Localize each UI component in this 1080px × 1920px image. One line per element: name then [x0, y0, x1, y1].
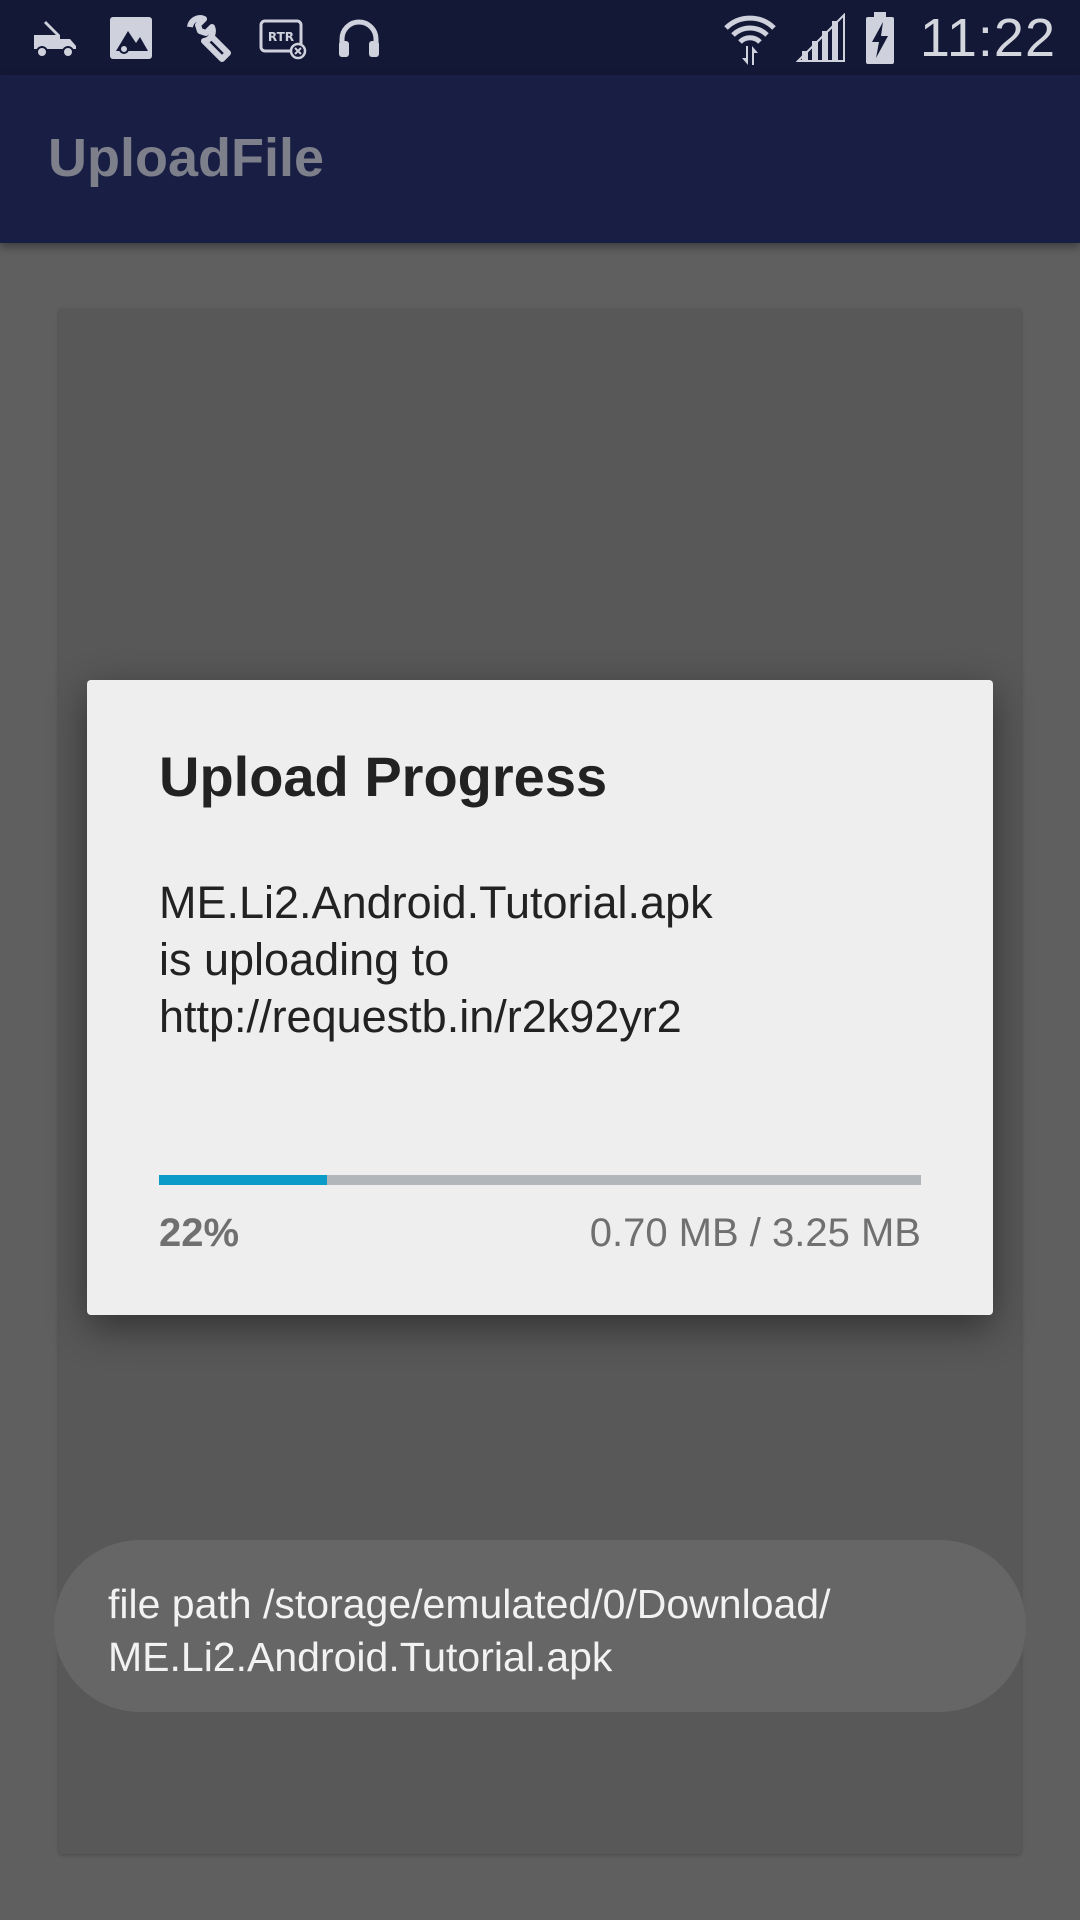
system-indicators: 11:22 [722, 0, 1056, 75]
message-line-url: http://requestb.in/r2k92yr2 [159, 991, 682, 1042]
wrench-icon [187, 15, 231, 62]
headphones-icon [339, 19, 379, 57]
wifi-icon [724, 15, 776, 65]
svg-text:RTR: RTR [268, 30, 294, 44]
upload-image-icon [110, 17, 152, 59]
status-bar: RTR 11:22 [0, 0, 1080, 75]
dialog-title: Upload Progress [159, 745, 608, 808]
dialog-message: ME.Li2.Android.Tutorial.apk is uploading… [159, 874, 939, 1045]
app-bar: UploadFile [0, 75, 1080, 243]
notification-icons: RTR [30, 12, 384, 64]
message-line-status: is uploading to [159, 934, 450, 985]
truck-icon [34, 21, 76, 58]
progress-size: 0.70 MB / 3.25 MB [589, 1211, 921, 1255]
toast-message: file path /storage/emulated/0/Download/ … [54, 1540, 1026, 1712]
app-title: UploadFile [48, 128, 325, 188]
upload-progress-dialog: Upload Progress ME.Li2.Android.Tutorial.… [87, 680, 993, 1315]
toast-line-file: ME.Li2.Android.Tutorial.apk [108, 1634, 613, 1680]
rtr-icon: RTR [259, 19, 307, 60]
progress-bar-fill [159, 1175, 327, 1185]
progress-bar [159, 1175, 921, 1185]
battery-charging-icon [865, 11, 894, 64]
toast-line-path: file path /storage/emulated/0/Download/ [108, 1581, 831, 1627]
message-line-file: ME.Li2.Android.Tutorial.apk [159, 877, 713, 928]
progress-percent: 22% [159, 1211, 240, 1255]
signal-icon [795, 12, 845, 62]
clock: 11:22 [919, 7, 1056, 68]
